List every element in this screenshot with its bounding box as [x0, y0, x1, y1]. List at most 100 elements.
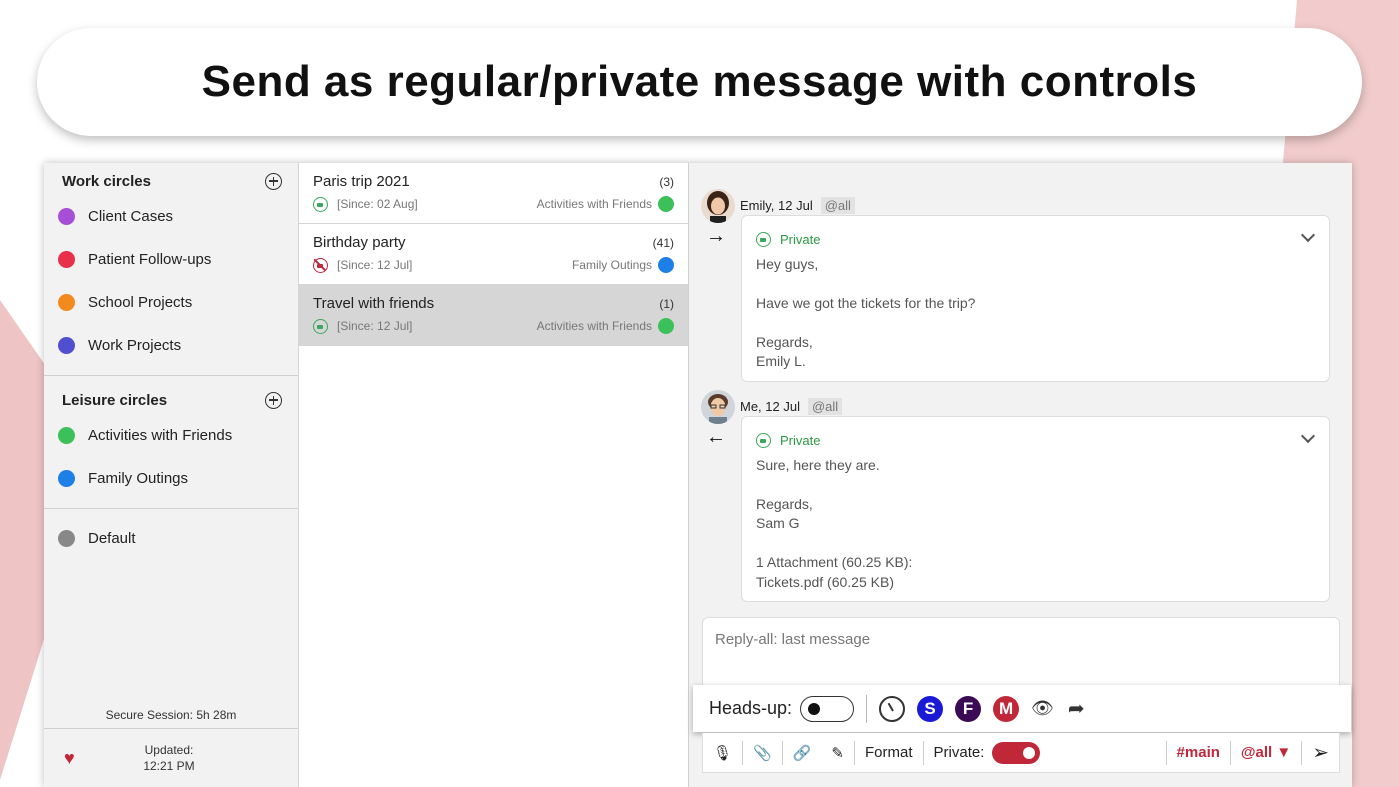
s-badge-icon[interactable]: S [917, 695, 944, 722]
conversation-list: Paris trip 2021 (3) [Since: 02 Aug] Acti… [299, 163, 689, 787]
banner: Send as regular/private message with con… [37, 28, 1362, 136]
updated-label: Updated: [144, 743, 194, 757]
edit-icon[interactable]: ✎ [821, 733, 854, 772]
link-icon[interactable]: 🔗 [783, 733, 822, 772]
sidebar-item-patient-follow-ups[interactable]: Patient Follow-ups [44, 238, 298, 281]
message-line [756, 313, 1315, 333]
private-lock-icon [313, 318, 328, 334]
conversation-circle: Activities with Friends [536, 319, 652, 333]
paperclip-icon[interactable]: 📎 [743, 733, 782, 772]
updated-status: Updated: 12:21 PM [114, 742, 224, 774]
heads-up-toggle[interactable] [800, 695, 855, 722]
sidebar-item-label: School Projects [88, 294, 193, 311]
message-line: Emily L. [756, 353, 806, 369]
section-title: Work circles [62, 172, 151, 190]
sidebar-item-label: Activities with Friends [88, 427, 233, 444]
updated-time: 12:21 PM [143, 759, 195, 773]
sidebar-item-label: Client Cases [88, 208, 174, 225]
circle-color-dot [58, 530, 75, 547]
private-lock-icon [313, 196, 328, 212]
lock-disabled-icon [313, 257, 328, 273]
private-lock-icon [756, 433, 771, 449]
message-pane: Emily, 12 Jul @all → Private Hey guys, H… [689, 163, 1352, 787]
message-bubble: Private Hey guys, Have we got the ticket… [741, 215, 1330, 382]
message-count: (3) [659, 174, 674, 189]
message-line: Regards, [756, 333, 813, 350]
circle-color-dot [658, 196, 674, 212]
message-line: Regards, [756, 495, 813, 512]
circle-color-dot [58, 208, 75, 225]
conversation-since: [Since: 02 Aug] [337, 197, 418, 211]
add-circle-icon[interactable] [265, 391, 282, 409]
private-lock-icon [756, 232, 771, 248]
microphone-icon[interactable]: 🎙 [703, 733, 742, 772]
send-icon[interactable]: ➢ [1302, 733, 1339, 772]
section-header: Leisure circles [44, 382, 298, 414]
private-tag: Private [756, 431, 1315, 451]
message-sender: Emily, 12 Jul [740, 198, 813, 213]
sidebar-item-label: Work Projects [88, 337, 182, 354]
mention-tag: @all [807, 398, 843, 415]
private-tag: Private [756, 230, 1315, 250]
circle-color-dot [58, 337, 75, 354]
conversation-title: Birthday party [313, 234, 406, 251]
sidebar-item-label: Default [88, 530, 136, 547]
sidebar-item-work-projects[interactable]: Work Projects [44, 324, 298, 367]
message-bubble: Private Sure, here they are. Regards, Sa… [741, 416, 1330, 602]
circle-color-dot [58, 427, 75, 444]
section-title: Leisure circles [62, 391, 168, 409]
compose-toolbar: 🎙 📎 🔗 ✎ Format Private: #main @all ▼ ➢ [702, 733, 1340, 773]
private-label: Private [780, 433, 821, 448]
format-button[interactable]: Format [855, 733, 923, 772]
add-circle-icon[interactable] [265, 172, 282, 190]
conversation-circle: Activities with Friends [536, 197, 652, 211]
circle-color-dot [58, 251, 75, 268]
circle-color-dot [58, 294, 75, 311]
conversation-since: [Since: 12 Jul] [337, 319, 413, 333]
heads-up-bar: Heads-up: S F M 👁 ➦ [693, 685, 1351, 732]
conversation-item[interactable]: Paris trip 2021 (3) [Since: 02 Aug] Acti… [299, 163, 688, 224]
banner-title: Send as regular/private message with con… [201, 57, 1198, 106]
message: Me, 12 Jul @all ← Private Sure, here the… [701, 390, 1331, 605]
incoming-arrow-icon: → [706, 225, 726, 247]
reply-input[interactable] [703, 618, 1339, 661]
no-forward-icon[interactable]: ➦ [1068, 696, 1085, 721]
sidebar-item-label: Patient Follow-ups [88, 251, 212, 268]
conversation-item[interactable]: Birthday party (41) [Since: 12 Jul] Fami… [299, 224, 688, 285]
leisure-circles-section: Leisure circles Activities with Friends … [44, 382, 298, 509]
section-header: Work circles [44, 163, 298, 195]
eye-icon[interactable]: 👁 [1031, 698, 1054, 719]
work-circles-section: Work circles Client Cases Patient Follow… [44, 163, 298, 376]
message-line [756, 274, 1315, 294]
conversation-since: [Since: 12 Jul] [337, 258, 413, 272]
private-label: Private [780, 232, 821, 247]
conversation-title: Paris trip 2021 [313, 173, 410, 190]
sidebar-footer: ♥ Updated: 12:21 PM [44, 728, 298, 787]
heart-icon[interactable]: ♥ [64, 748, 114, 769]
f-badge-icon[interactable]: F [955, 695, 982, 722]
sidebar-item-family-outings[interactable]: Family Outings [44, 457, 298, 500]
message-count: (41) [652, 235, 674, 250]
circle-color-dot [58, 470, 75, 487]
sidebar: Work circles Client Cases Patient Follow… [44, 163, 299, 787]
message: Emily, 12 Jul @all → Private Hey guys, H… [701, 189, 1331, 384]
divider [866, 694, 868, 723]
message-line: Hey guys, [756, 255, 819, 272]
m-badge-icon[interactable]: M [993, 695, 1020, 722]
sidebar-item-activities-with-friends[interactable]: Activities with Friends [44, 414, 298, 457]
message-line: Have we got the tickets for the trip? [756, 294, 976, 311]
mention-dropdown[interactable]: @all ▼ [1231, 733, 1301, 772]
message-meta: Emily, 12 Jul @all [740, 197, 855, 214]
avatar [701, 390, 735, 424]
sidebar-item-client-cases[interactable]: Client Cases [44, 195, 298, 238]
conversation-item-selected[interactable]: Travel with friends (1) [Since: 12 Jul] … [299, 285, 688, 346]
sidebar-item-school-projects[interactable]: School Projects [44, 281, 298, 324]
channel-selector[interactable]: #main [1167, 733, 1230, 772]
private-toggle[interactable] [992, 741, 1041, 764]
sidebar-item-default[interactable]: Default [44, 517, 298, 560]
message-meta: Me, 12 Jul @all [740, 398, 843, 415]
conversation-circle: Family Outings [571, 258, 652, 272]
heads-up-label: Heads-up: [709, 698, 793, 718]
timer-icon[interactable] [879, 695, 906, 722]
mention-tag: @all [820, 197, 855, 214]
